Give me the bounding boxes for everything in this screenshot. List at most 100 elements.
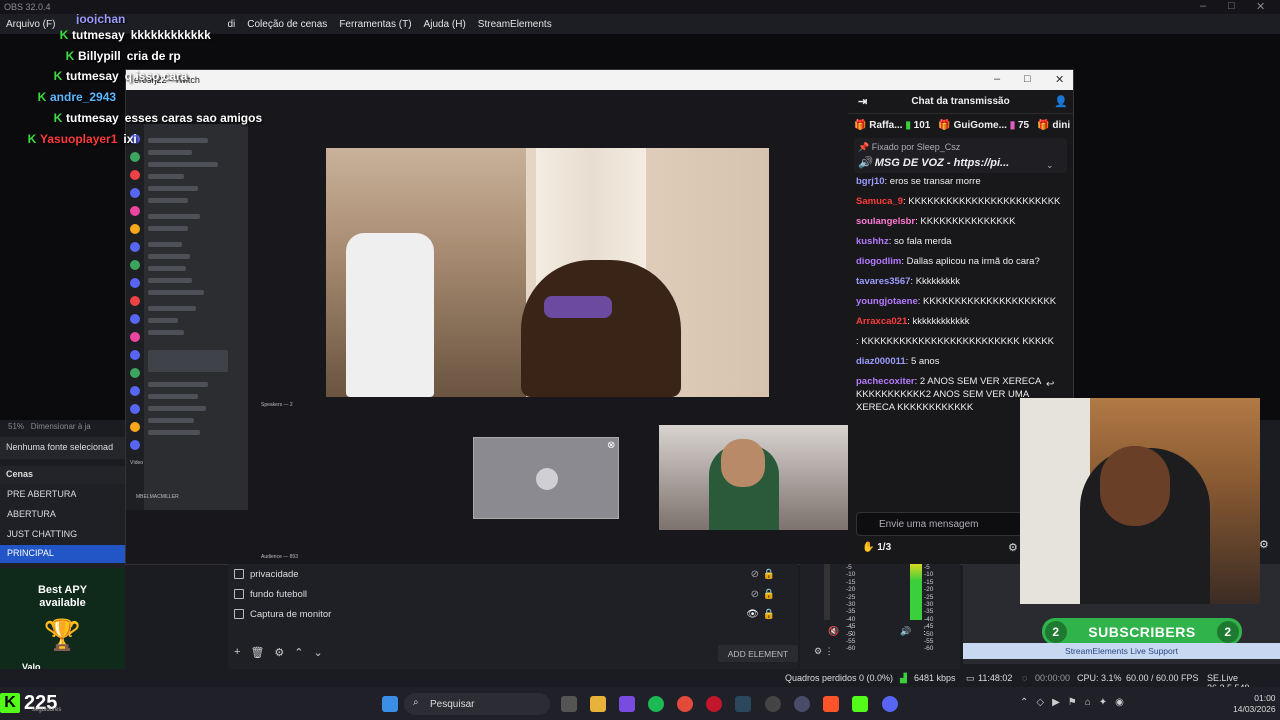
scene-abertura[interactable]: ABERTURA — [0, 506, 125, 524]
app-icon[interactable] — [794, 696, 810, 712]
up-icon[interactable]: ⌃ — [294, 646, 303, 659]
lock-icon[interactable]: 🔒 — [763, 609, 775, 620]
collapse-icon[interactable]: ⇥ — [858, 95, 867, 108]
source-fundo-futeboll[interactable]: fundo futeboll ⊘ 🔒 — [234, 585, 789, 603]
chat-username[interactable]: bgrj10 — [856, 176, 885, 187]
chat-message: soulangelsbr: KKKKKKKKKKKKKKK — [856, 216, 1016, 227]
gear-icon[interactable]: ⚙ — [274, 646, 284, 659]
db-tick: -15 — [846, 578, 856, 586]
stream-video[interactable]: Vídeo MBELMACMILLER Speakers — 2 Audienc… — [126, 90, 848, 564]
eye-hidden-icon[interactable]: ⊘ — [751, 569, 759, 580]
tw-minimize-icon[interactable]: – — [994, 73, 1000, 85]
scene-pre-abertura[interactable]: PRE ABERTURA — [0, 486, 125, 504]
chat-text: Dallas aplicou na irmã do cara? — [906, 256, 1040, 267]
minimize-icon[interactable]: – — [1200, 0, 1206, 12]
db-scale: -5 -10 -15 -20 -25 -30 -35 -40 -45 -50 -55 -60 — [924, 564, 933, 653]
apps-icon[interactable] — [619, 696, 635, 712]
lock-icon[interactable]: 🔒 — [763, 589, 775, 600]
tw-maximize-icon[interactable]: □ — [1024, 73, 1031, 85]
discord-icon[interactable] — [882, 696, 898, 712]
chat-text: KKKKKKKKKKKKKKKKKKKKKKKKK KKKKK — [861, 336, 1055, 347]
scene-principal[interactable]: PRINCIPAL — [0, 545, 125, 563]
channel-points[interactable]: ✋ 1/3 — [862, 542, 891, 553]
gift-leaderboard: 🎁 Raffa... ▮ 101 🎁 GuiGome... ▮ 75 🎁 din… — [854, 119, 1071, 131]
speakers-label: Speakers — 2 — [261, 402, 293, 408]
source-privacidade[interactable]: privacidade ⊘ 🔒 — [234, 565, 789, 583]
chat-username[interactable]: soulangelsbr — [856, 216, 915, 227]
settings-icon[interactable]: ⚙ — [1008, 541, 1018, 554]
obs-icon[interactable] — [765, 696, 781, 712]
overlay-chat-line: Ktutmesay kkkkkkkkkkkk — [56, 25, 356, 45]
scene-just-chatting[interactable]: JUST CHATTING — [0, 526, 125, 544]
chat-username[interactable]: pachecoxiter — [856, 376, 915, 387]
db-tick: -35 — [846, 608, 856, 616]
taskbar-search[interactable]: ⌕ Pesquisar — [404, 693, 550, 715]
users-icon[interactable]: 👤 — [1054, 95, 1068, 108]
down-icon[interactable]: ⌄ — [314, 646, 323, 659]
chat-header: ⇥ Chat da transmissão 👤 — [848, 90, 1073, 114]
chat-message: diogodlim: Dallas aplicou na irmã do car… — [856, 256, 1040, 267]
kick-app-icon[interactable] — [852, 696, 868, 712]
chat-username[interactable]: youngjotaene — [856, 296, 918, 307]
mute-icon[interactable]: 🔇 — [828, 626, 839, 637]
lock-icon[interactable]: 🔒 — [763, 569, 775, 580]
menu-arquivo[interactable]: Arquivo (F) — [0, 19, 61, 30]
tray-icons[interactable]: ⌃◇▶⚑⌂✦◉ — [1020, 697, 1132, 708]
monitor-icon — [234, 609, 244, 619]
menu-streamelements[interactable]: StreamElements — [472, 19, 558, 30]
mixer-gear-icon[interactable]: ⚙ ⋮ — [814, 646, 834, 657]
brave-icon[interactable] — [823, 696, 839, 712]
chat-username[interactable]: kushhz — [856, 236, 889, 247]
chat-username[interactable]: tavares3567 — [856, 276, 910, 287]
task-view-icon[interactable] — [561, 696, 577, 712]
discord-user: MBELMACMILLER — [136, 494, 179, 500]
chrome-icon[interactable] — [677, 696, 693, 712]
windows-start-icon[interactable] — [382, 696, 398, 712]
close-icon[interactable]: ⊗ — [607, 440, 615, 451]
spotify-icon[interactable] — [648, 696, 664, 712]
maximize-icon[interactable]: □ — [1228, 0, 1235, 12]
menu-dots-icon[interactable]: ⋮ — [847, 626, 856, 637]
menu-dots-icon[interactable]: ⋮ — [920, 626, 929, 637]
stream-icon: ◌ — [1022, 673, 1028, 683]
file-explorer-icon[interactable] — [590, 696, 606, 712]
trash-icon[interactable]: 🗑 — [250, 646, 264, 659]
chevron-down-icon[interactable]: ⌄ — [1046, 160, 1054, 171]
kick-icon: K — [53, 69, 63, 84]
avatar — [536, 468, 558, 490]
speaker-icon[interactable]: 🔊 — [900, 626, 911, 637]
se-live-support[interactable]: StreamElements Live Support — [963, 643, 1280, 659]
chat-username[interactable]: diogodlim — [856, 256, 901, 267]
chat-username[interactable]: diaz000011 — [856, 356, 906, 367]
chat-message: tavares3567: Kkkkkkkkk — [856, 276, 961, 287]
source-captura-monitor[interactable]: Captura de monitor 👁 🔒 — [234, 605, 789, 623]
chat-input[interactable]: Envie uma mensagem — [856, 512, 1022, 536]
settings-icon-2[interactable]: ⚙ — [1259, 538, 1269, 551]
db-tick: -5 — [924, 564, 930, 571]
add-element-button[interactable]: ADD ELEMENT — [718, 645, 798, 662]
ad-banner[interactable]: Best APY available 🏆 Valo — [0, 568, 125, 680]
reply-icon[interactable]: ↩ — [1046, 379, 1054, 390]
chat-message: Arraxca021: kkkkkkkkkkkk — [856, 316, 970, 327]
streamer-figure — [521, 260, 681, 397]
steam-icon[interactable] — [735, 696, 751, 712]
tw-close-icon[interactable]: ✕ — [1055, 73, 1064, 86]
gift-icon: 🎁 — [1037, 119, 1050, 131]
clock[interactable]: 01:00 14/03/2026 — [1233, 693, 1276, 715]
gift-icon: 🎁 — [854, 119, 867, 131]
no-source-selected: Nenhuma fonte selecionad — [0, 437, 125, 459]
gift-icon: 🎁 — [938, 119, 951, 131]
add-icon[interactable]: + — [234, 646, 240, 659]
menu-ajuda[interactable]: Ajuda (H) — [418, 19, 472, 30]
chat-username[interactable]: Arraxca021 — [856, 316, 907, 327]
eye-hidden-icon[interactable]: ⊘ — [751, 589, 759, 600]
pin-icon: 📌 — [858, 142, 870, 152]
pinned-message[interactable]: 📌 Fixado por Sleep_Csz 🔊 MSG DE VOZ - ht… — [854, 138, 1067, 173]
chat-username[interactable]: Samuca_9 — [856, 196, 903, 207]
close-icon[interactable]: ✕ — [1256, 0, 1265, 13]
chat-text: KKKKKKKKKKKKKKKKKKKKKKKK — [908, 196, 1061, 207]
chat-text: kkkkkkkkkkkk — [912, 316, 970, 327]
stream-webcam-main — [326, 148, 769, 397]
eye-icon[interactable]: 👁 — [746, 609, 759, 620]
opera-icon[interactable] — [706, 696, 722, 712]
